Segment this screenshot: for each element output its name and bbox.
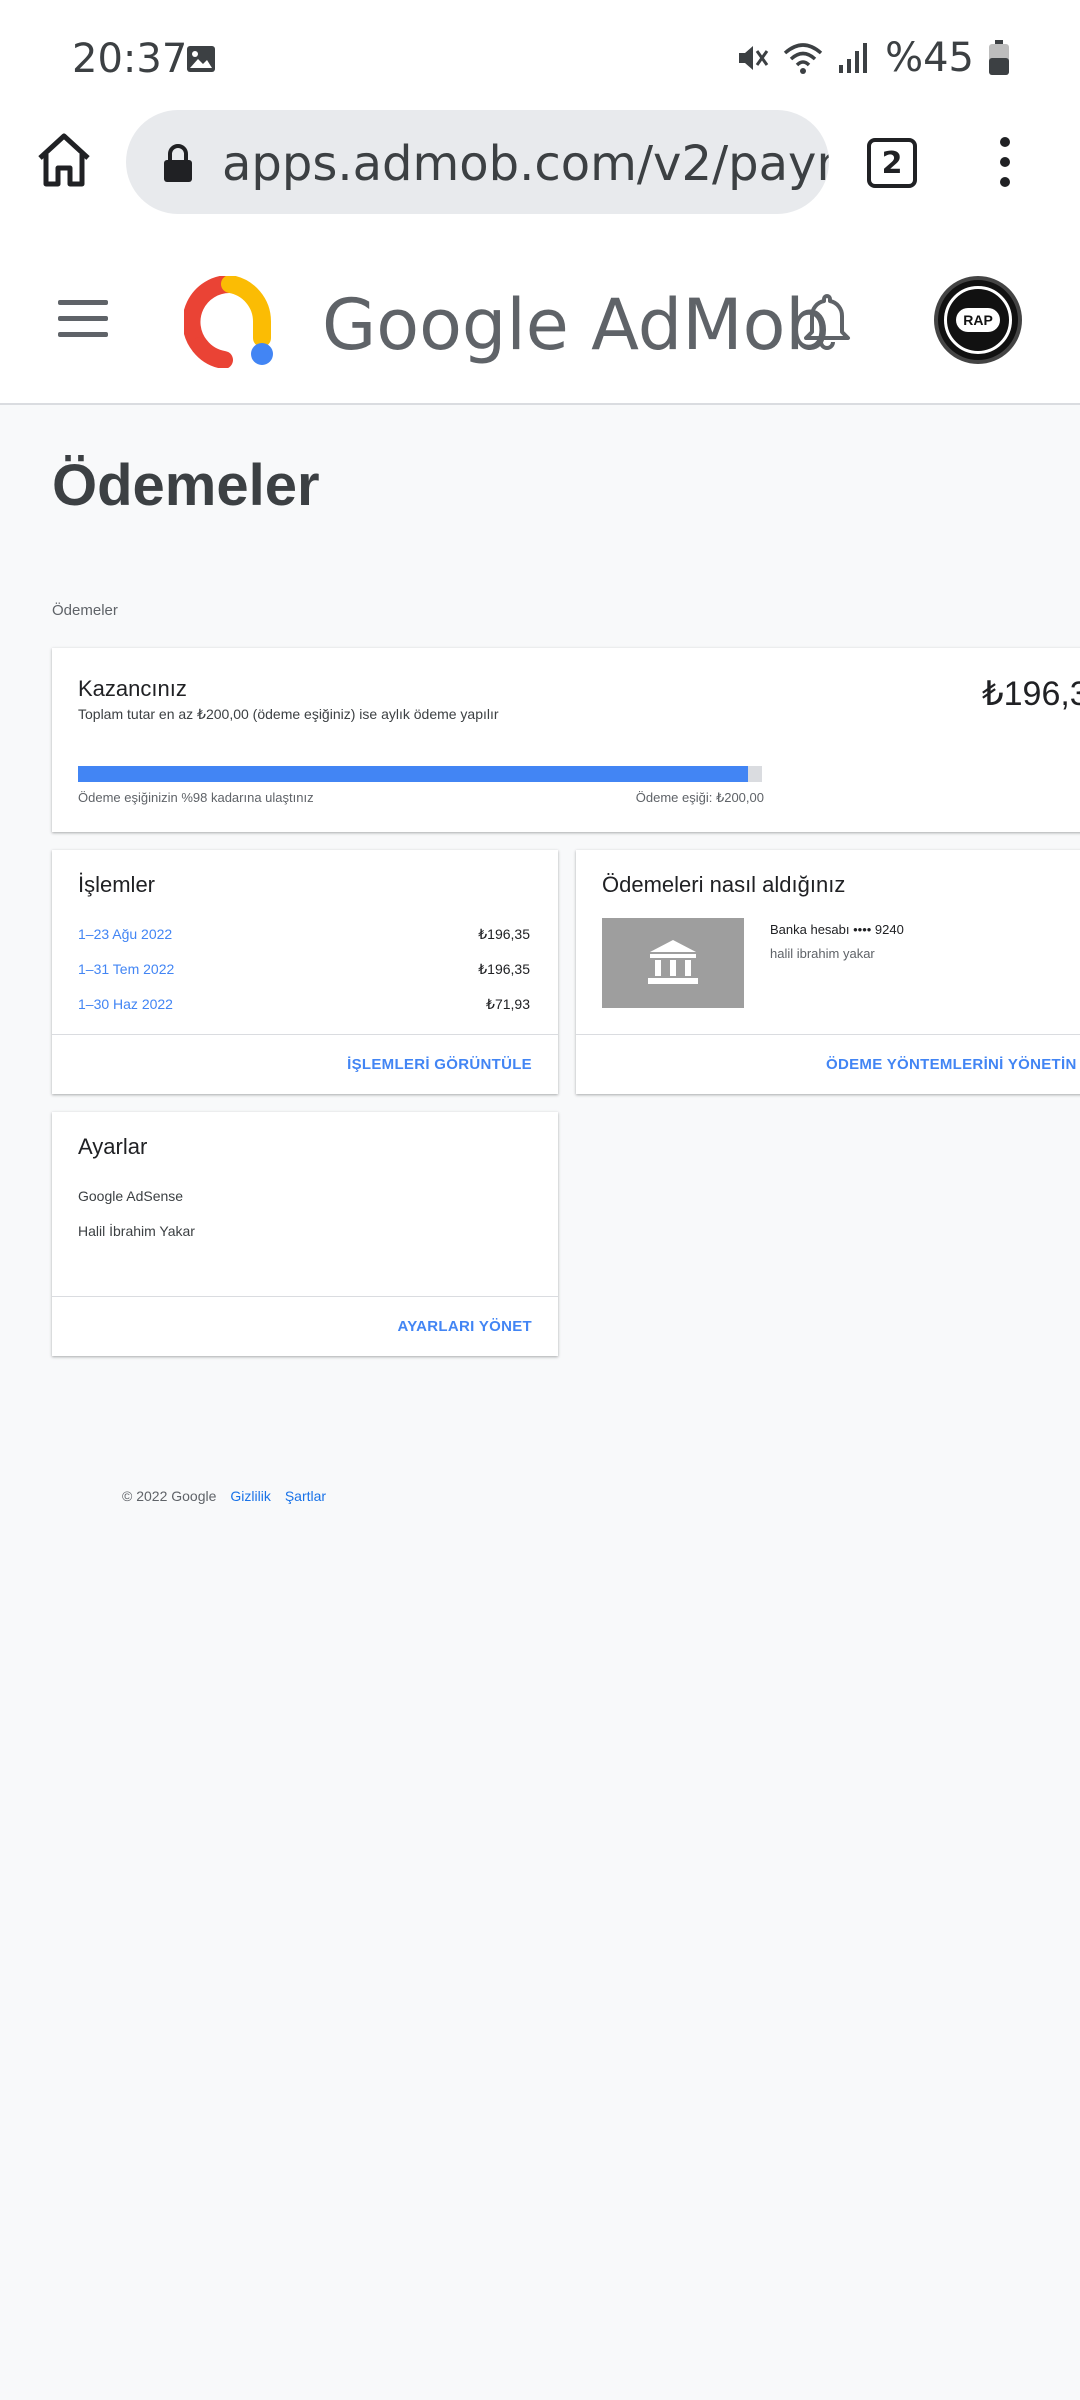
manage-settings-button[interactable]: AYARLARI YÖNET <box>397 1318 532 1335</box>
table-row: 1–30 Haz 2022 ₺71,93 <box>78 996 530 1013</box>
wifi-icon <box>783 43 823 74</box>
menu-icon[interactable] <box>58 300 108 340</box>
signal-icon <box>839 43 868 73</box>
transaction-amount: ₺196,35 <box>478 926 530 942</box>
more-options-icon[interactable] <box>990 132 1020 192</box>
settings-title: Ayarlar <box>78 1134 148 1159</box>
payment-progress-bar <box>78 766 762 782</box>
address-bar[interactable]: apps.admob.com/v2/payments <box>126 110 829 214</box>
transactions-title: İşlemler <box>78 872 156 897</box>
bank-icon <box>648 940 698 984</box>
image-icon <box>187 46 215 72</box>
terms-link[interactable]: Şartlar <box>285 1488 326 1504</box>
footer: © 2022 Google Gizlilik Şartlar <box>122 1488 326 1504</box>
earnings-description: Toplam tutar en az ₺200,00 (ödeme eşiğin… <box>78 706 499 722</box>
lock-icon <box>164 144 192 182</box>
privacy-link[interactable]: Gizlilik <box>230 1488 270 1504</box>
payment-method-title: Ödemeleri nasıl aldığınız <box>602 872 846 897</box>
threshold-label: Ödeme eşiği: ₺200,00 <box>635 790 764 805</box>
transaction-period-link[interactable]: 1–30 Haz 2022 <box>78 996 173 1013</box>
transaction-amount: ₺196,35 <box>478 961 530 977</box>
table-row: 1–31 Tem 2022 ₺196,35 <box>78 961 530 978</box>
notifications-bell-icon[interactable] <box>802 292 852 350</box>
progress-label: Ödeme eşiğinizin %98 kadarına ulaştınız <box>78 790 314 805</box>
copyright: © 2022 Google <box>122 1488 217 1504</box>
transaction-period-link[interactable]: 1–31 Tem 2022 <box>78 961 174 978</box>
transaction-period-link[interactable]: 1–23 Ağu 2022 <box>78 926 172 943</box>
earnings-title: Kazancınız <box>78 676 187 701</box>
tab-switcher-button[interactable]: 2 <box>867 138 917 188</box>
manage-payment-methods-button[interactable]: ÖDEME YÖNTEMLERİNİ YÖNETİN <box>826 1056 1077 1073</box>
mute-icon <box>739 46 769 70</box>
breadcrumb: Ödemeler <box>52 602 118 619</box>
bank-image <box>602 918 744 1008</box>
transaction-amount: ₺71,93 <box>486 996 530 1012</box>
earnings-amount: ₺196,35 <box>982 675 1080 713</box>
battery-percent: %45 <box>885 35 974 81</box>
admob-header: Google AdMob RAP <box>0 214 1080 405</box>
payment-progress-fill <box>78 766 749 782</box>
bank-account-label: Banka hesabı •••• 9240 <box>770 922 904 937</box>
status-time: 20:37 <box>72 36 188 82</box>
status-indicators: %45 <box>735 35 1010 81</box>
status-bar: 20:37 %45 <box>0 0 1080 110</box>
view-transactions-button[interactable]: İŞLEMLERİ GÖRÜNTÜLE <box>347 1056 532 1073</box>
settings-card: Ayarlar Google AdSense Halil İbrahim Yak… <box>52 1112 558 1356</box>
payment-method-card: Ödemeleri nasıl aldığınız Banka hesabı •… <box>576 850 1080 1094</box>
settings-name: Halil İbrahim Yakar <box>78 1223 195 1239</box>
browser-toolbar: apps.admob.com/v2/payments 2 <box>0 110 1080 214</box>
brand-name: Google AdMob <box>322 284 830 366</box>
divider <box>576 1034 1080 1035</box>
divider <box>52 1034 558 1035</box>
home-icon[interactable] <box>34 130 94 190</box>
avatar-label: RAP <box>956 308 1000 332</box>
transactions-card: İşlemler 1–23 Ağu 2022 ₺196,35 1–31 Tem … <box>52 850 558 1094</box>
divider <box>52 1296 558 1297</box>
battery-icon <box>989 40 1009 75</box>
settings-account: Google AdSense <box>78 1188 184 1204</box>
admob-logo-icon <box>184 276 273 368</box>
url-text: apps.admob.com/v2/payments <box>222 136 829 192</box>
earnings-card: Kazancınız Toplam tutar en az ₺200,00 (ö… <box>52 648 1080 832</box>
brand-google: Google <box>322 284 569 366</box>
page-title: Ödemeler <box>52 453 320 518</box>
bank-account-holder: halil ibrahim yakar <box>770 946 875 961</box>
avatar[interactable]: RAP <box>934 276 1022 364</box>
table-row: 1–23 Ağu 2022 ₺196,35 <box>78 926 530 943</box>
brand-product: AdMob <box>591 284 830 366</box>
